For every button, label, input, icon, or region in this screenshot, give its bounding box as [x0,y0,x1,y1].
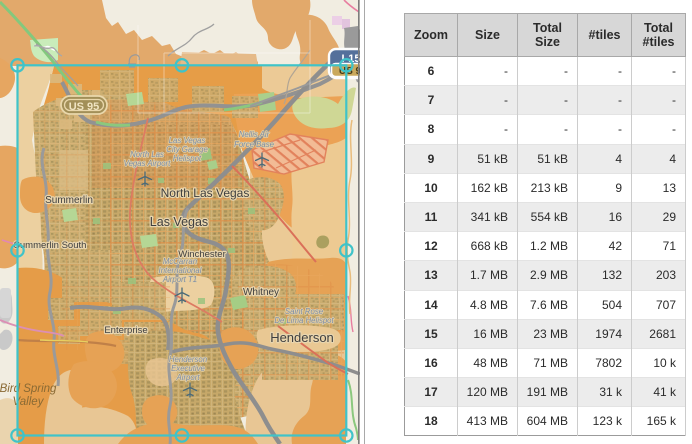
svg-text:Nellis Air: Nellis Air [239,130,270,139]
svg-text:De Lima Helispot: De Lima Helispot [274,316,334,325]
svg-text:Executive: Executive [171,364,205,373]
svg-text:US 95: US 95 [69,101,100,113]
svg-text:Henderson: Henderson [270,330,334,345]
svg-text:Airport T1: Airport T1 [162,275,197,284]
svg-text:Henderson: Henderson [169,355,207,364]
svg-text:City Garage: City Garage [166,145,208,154]
svg-text:Whitney: Whitney [243,287,279,298]
svg-text:Summerlin: Summerlin [45,195,93,206]
svg-text:Vegas Airport: Vegas Airport [124,159,171,168]
svg-text:Las Vegas: Las Vegas [169,136,206,145]
svg-text:North Las Vegas: North Las Vegas [161,186,250,200]
svg-text:Force Base: Force Base [234,140,275,149]
svg-text:Bird Spring: Bird Spring [0,383,57,395]
svg-text:Las Vegas: Las Vegas [150,215,208,229]
svg-text:Saint Rose: Saint Rose [285,307,324,316]
svg-text:Airport: Airport [176,373,201,382]
svg-text:Enterprise: Enterprise [104,325,147,336]
svg-text:North Las: North Las [130,150,164,159]
svg-text:McCarran: McCarran [163,257,197,266]
svg-text:Helispot: Helispot [173,154,202,163]
svg-text:International: International [159,266,202,275]
